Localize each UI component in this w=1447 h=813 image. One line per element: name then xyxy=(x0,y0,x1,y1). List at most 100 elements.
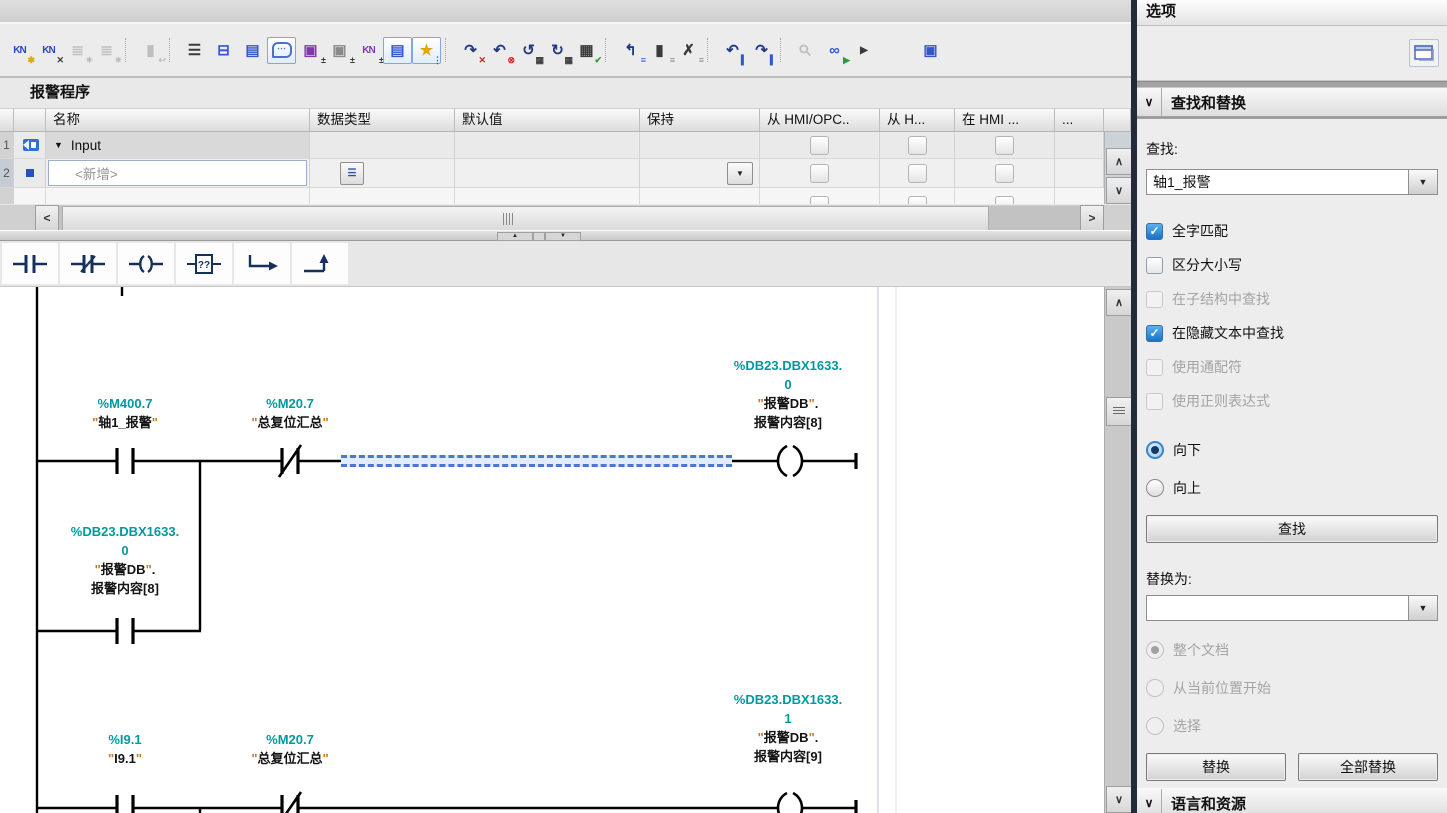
row-number[interactable]: 2 xyxy=(0,159,14,188)
header-name[interactable]: 名称 xyxy=(46,108,310,132)
consistency-check-icon[interactable]: ▦✔ xyxy=(572,37,601,64)
next-error-icon[interactable]: ↶⊗ xyxy=(485,37,514,64)
hmi-checkbox[interactable] xyxy=(908,196,927,204)
operand-label[interactable]: %M20.7 "总复位汇总" xyxy=(190,730,390,768)
hmi-checkbox[interactable] xyxy=(908,164,927,183)
section-name-cell[interactable]: ▼ Input xyxy=(46,132,310,159)
nc-contact-button[interactable] xyxy=(60,243,116,284)
checkbox-whole-words[interactable]: ✓全字匹配 xyxy=(1146,221,1438,241)
scroll-up-icon[interactable]: ∧ xyxy=(1106,148,1132,175)
operand-label[interactable]: %DB23.DBX1633. 0 "报警DB". 报警内容[8] xyxy=(688,356,888,432)
operand-label[interactable]: %DB23.DBX1633. 1 "报警DB". 报警内容[9] xyxy=(688,690,888,766)
splitter-grip[interactable] xyxy=(533,232,545,241)
retain-dropdown-button[interactable]: ▼ xyxy=(727,162,753,185)
header-retain[interactable]: 保持 xyxy=(640,108,760,132)
hmi-checkbox[interactable] xyxy=(810,196,829,204)
section-find-replace[interactable]: ∨ 查找和替换 xyxy=(1137,88,1447,119)
open-branch-button[interactable] xyxy=(234,243,290,284)
previous-error-icon[interactable]: ↷✕ xyxy=(456,37,485,64)
insert-region-icon[interactable]: ▮≡ xyxy=(645,37,674,64)
status-display-icon[interactable]: ▤ xyxy=(383,37,412,64)
collapse-networks-icon[interactable]: ⊟ xyxy=(209,37,238,64)
checkbox-icon[interactable]: ✓ xyxy=(1146,223,1163,240)
scroll-down-icon[interactable]: ∨ xyxy=(1106,786,1132,813)
checkbox-match-case[interactable]: 区分大小写 xyxy=(1146,255,1438,275)
checkbox-find-in-hidden-text[interactable]: ✓在隐藏文本中查找 xyxy=(1146,323,1438,343)
radio-direction-up[interactable]: 向上 xyxy=(1146,477,1438,499)
scroll-left-icon[interactable]: < xyxy=(35,205,59,231)
radio-label: 向下 xyxy=(1173,440,1201,460)
jump-backward-icon[interactable]: ↶▍ xyxy=(718,37,747,64)
scroll-down-icon[interactable]: ∨ xyxy=(1106,177,1132,204)
collapse-chevron-icon[interactable]: ∨ xyxy=(1137,789,1162,813)
insert-network-icon[interactable]: KN✱ xyxy=(5,37,34,64)
delete-network-icon[interactable]: KN✕ xyxy=(34,37,63,64)
remove-region-icon[interactable]: ✗≡ xyxy=(674,37,703,64)
jump-forward-icon[interactable]: ↷▍ xyxy=(747,37,776,64)
synchronize-block-calls-icon[interactable]: ↻▦ xyxy=(543,37,572,64)
hmi-checkbox[interactable] xyxy=(810,164,829,183)
absolute-operands-icon[interactable]: ▣± xyxy=(296,37,325,64)
selected-wire[interactable] xyxy=(341,455,732,467)
update-block-calls-icon[interactable]: ↺▦ xyxy=(514,37,543,64)
operand-label[interactable]: %M20.7 "总复位汇总" xyxy=(190,394,390,432)
network-comments-icon[interactable]: ⋯ xyxy=(267,37,296,64)
empty-box-button[interactable]: ?? xyxy=(176,243,232,284)
header-default[interactable]: 默认值 xyxy=(455,108,640,132)
checkbox-icon[interactable] xyxy=(1146,257,1163,274)
header-from-hmi-opc[interactable]: 从 HMI/OPC.. xyxy=(760,108,880,132)
section-languages-resources[interactable]: ∨ 语言和资源 xyxy=(1137,788,1447,813)
hmi-checkbox[interactable] xyxy=(995,196,1014,204)
float-window-button[interactable] xyxy=(1409,39,1439,67)
variable-bullet-icon xyxy=(26,169,34,177)
datatype-picker-button[interactable]: ☰ xyxy=(340,162,364,185)
collapse-chevron-icon[interactable]: ∨ xyxy=(1137,88,1162,116)
replace-all-button[interactable]: 全部替换 xyxy=(1298,753,1438,781)
radio-icon[interactable] xyxy=(1146,441,1164,459)
split-grip-button[interactable] xyxy=(1106,397,1132,426)
monitoring-glasses-icon[interactable]: ∞▶ xyxy=(820,37,849,64)
hmi-checkbox[interactable] xyxy=(995,136,1014,155)
header-datatype[interactable]: 数据类型 xyxy=(310,108,455,132)
checkbox-icon[interactable]: ✓ xyxy=(1146,325,1163,342)
new-variable-input[interactable]: <新增> xyxy=(48,160,307,186)
expand-networks-icon[interactable]: ☰ xyxy=(180,37,209,64)
expander-icon[interactable]: ▼ xyxy=(54,140,63,150)
hmi-checkbox[interactable] xyxy=(908,136,927,155)
hscroll-thumb[interactable] xyxy=(62,206,989,231)
replace-input[interactable] xyxy=(1146,595,1408,621)
no-contact-button[interactable] xyxy=(2,243,58,284)
lad-vertical-scrollbar[interactable]: ∧ ∨ xyxy=(1104,287,1131,813)
operand-comments-icon[interactable]: ▣± xyxy=(325,37,354,64)
hscroll-track[interactable] xyxy=(59,206,1080,230)
hmi-checkbox[interactable] xyxy=(810,136,829,155)
split-editor-icon[interactable]: ▣ xyxy=(916,37,945,64)
scroll-up-icon[interactable]: ∧ xyxy=(1106,289,1132,316)
favorites-icon[interactable]: ★⋮ xyxy=(412,37,441,64)
replace-dropdown-button[interactable]: ▼ xyxy=(1408,595,1438,621)
header-from-hmi[interactable]: 从 H... xyxy=(880,108,955,132)
hmi-checkbox[interactable] xyxy=(995,164,1014,183)
more-commands-icon[interactable]: ▶ xyxy=(849,37,878,64)
find-button[interactable]: 查找 xyxy=(1146,515,1438,543)
header-visible-hmi[interactable]: 在 HMI ... xyxy=(955,108,1055,132)
replace-label: 替换为: xyxy=(1146,569,1438,587)
row-number[interactable]: 1 xyxy=(0,132,14,159)
close-branch-button[interactable] xyxy=(292,243,348,284)
scroll-right-icon[interactable]: > xyxy=(1080,205,1104,231)
radio-direction-down[interactable]: 向下 xyxy=(1146,439,1438,461)
find-input[interactable] xyxy=(1146,169,1408,195)
splitter-down-icon[interactable]: ▼ xyxy=(545,232,581,241)
symbol-information-icon[interactable]: KN± xyxy=(354,37,383,64)
coil-button[interactable] xyxy=(118,243,174,284)
radio-icon[interactable] xyxy=(1146,479,1164,497)
replace-button[interactable]: 替换 xyxy=(1146,753,1286,781)
find-dropdown-button[interactable]: ▼ xyxy=(1408,169,1438,195)
table-vertical-scrollbar[interactable]: ∧ ∨ xyxy=(1104,132,1131,204)
splitter-up-icon[interactable]: ▲ xyxy=(497,232,533,241)
operand-label[interactable]: %DB23.DBX1633. 0 "报警DB". 报警内容[8] xyxy=(25,522,225,598)
header-more[interactable]: ... xyxy=(1055,108,1104,132)
close-all-networks-icon[interactable]: ▤ xyxy=(238,37,267,64)
pane-splitter[interactable]: ▲ ▼ xyxy=(0,230,1131,241)
goto-definition-icon[interactable]: ↰≡ xyxy=(616,37,645,64)
